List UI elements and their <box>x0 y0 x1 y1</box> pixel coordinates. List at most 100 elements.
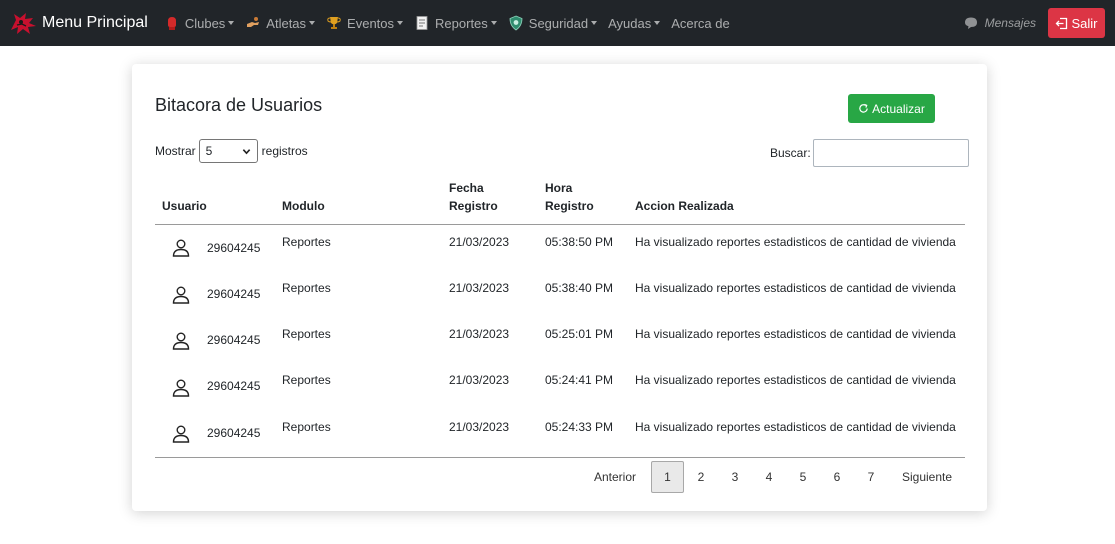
pagination-page-7[interactable]: 7 <box>854 461 888 493</box>
show-suffix: registros <box>261 144 308 158</box>
cell-fecha: 21/03/2023 <box>449 420 510 434</box>
chevron-down-icon <box>228 21 235 25</box>
page-length-value: 5 <box>205 144 213 158</box>
chevron-down-icon <box>490 21 497 25</box>
cell-modulo: Reportes <box>282 327 331 341</box>
col-header-usuario[interactable]: Usuario <box>162 197 207 215</box>
cell-hora: 05:24:33 PM <box>545 420 614 434</box>
table-row: 29604245 Reportes 21/03/2023 05:24:33 PM… <box>155 412 965 458</box>
pagination-next[interactable]: Siguiente <box>894 461 960 493</box>
pagination-page-4[interactable]: 4 <box>752 461 786 493</box>
boxing-glove-icon <box>167 17 176 30</box>
nav-seguridad[interactable]: Seguridad <box>508 15 598 31</box>
search-control: Buscar: <box>770 139 969 167</box>
col-header-hora[interactable]: Hora Registro <box>545 179 594 215</box>
cell-usuario: 29604245 <box>207 241 261 255</box>
chevron-down-icon <box>309 21 316 25</box>
cell-usuario: 29604245 <box>207 287 261 301</box>
pagination-page-6[interactable]: 6 <box>820 461 854 493</box>
pagination-prev[interactable]: Anterior <box>587 461 643 493</box>
col-header-accion[interactable]: Accion Realizada <box>635 197 734 215</box>
table-footer-divider <box>155 457 965 458</box>
messages-label: Mensajes <box>984 16 1036 30</box>
navbar-right: Mensajes Salir <box>964 0 1105 46</box>
nav-eventos[interactable]: Eventos <box>326 15 404 31</box>
page-length-select[interactable]: 5 <box>198 139 258 163</box>
user-icon <box>172 425 190 443</box>
user-icon <box>172 332 190 350</box>
nav-ayudas[interactable]: Ayudas <box>608 15 661 31</box>
chevron-down-icon <box>397 21 404 25</box>
table-row: 29604245 Reportes 21/03/2023 05:25:01 PM… <box>155 319 965 365</box>
chevron-down-icon <box>591 21 598 25</box>
logout-label: Salir <box>1071 15 1098 31</box>
shield-icon <box>509 15 523 31</box>
logout-button[interactable]: Salir <box>1048 8 1105 38</box>
nav-reportes-label: Reportes <box>435 15 488 31</box>
cell-usuario: 29604245 <box>207 426 261 440</box>
show-prefix: Mostrar <box>155 144 196 158</box>
cell-hora: 05:25:01 PM <box>545 327 614 341</box>
col-header-modulo[interactable]: Modulo <box>282 197 325 215</box>
cell-accion: Ha visualizado reportes estadisticos de … <box>635 235 956 249</box>
cell-hora: 05:38:50 PM <box>545 235 614 249</box>
top-navbar: Menu Principal Clubes Atletas Eventos Re… <box>0 0 1115 46</box>
main-nav: Clubes Atletas Eventos Reportes Segurida… <box>164 15 741 31</box>
pagination-page-3[interactable]: 3 <box>718 461 752 493</box>
nav-reportes[interactable]: Reportes <box>414 15 497 31</box>
chevron-down-icon <box>654 21 661 25</box>
cell-accion: Ha visualizado reportes estadisticos de … <box>635 327 956 341</box>
cell-fecha: 21/03/2023 <box>449 373 510 387</box>
cell-modulo: Reportes <box>282 420 331 434</box>
user-icon <box>172 286 190 304</box>
cell-usuario: 29604245 <box>207 333 261 347</box>
trophy-icon <box>327 17 341 29</box>
nav-seguridad-label: Seguridad <box>528 15 589 31</box>
messages-link[interactable]: Mensajes <box>964 16 1036 30</box>
pagination-page-5[interactable]: 5 <box>786 461 820 493</box>
table-header: Usuario Modulo Fecha Registro Hora Regis… <box>155 176 965 225</box>
pagination-page-1[interactable]: 1 <box>651 461 684 493</box>
cell-hora: 05:38:40 PM <box>545 281 614 295</box>
user-icon <box>172 239 190 257</box>
search-input[interactable] <box>812 139 969 167</box>
user-icon <box>172 379 190 397</box>
nav-acerca-de-label: Acerca de <box>671 15 730 31</box>
nav-ayudas-label: Ayudas <box>608 15 652 31</box>
cell-fecha: 21/03/2023 <box>449 235 510 249</box>
report-document-icon <box>416 16 428 30</box>
brand-link[interactable]: Menu Principal <box>8 10 148 36</box>
cell-accion: Ha visualizado reportes estadisticos de … <box>635 281 956 295</box>
nav-clubes-label: Clubes <box>184 15 226 31</box>
table-row: 29604245 Reportes 21/03/2023 05:38:50 PM… <box>155 226 965 272</box>
cell-usuario: 29604245 <box>207 379 261 393</box>
table-row: 29604245 Reportes 21/03/2023 05:24:41 PM… <box>155 365 965 411</box>
user-log-card: Bitacora de Usuarios Actualizar Mostrar … <box>132 64 987 511</box>
table-row: 29604245 Reportes 21/03/2023 05:38:40 PM… <box>155 272 965 318</box>
cell-accion: Ha visualizado reportes estadisticos de … <box>635 420 956 434</box>
cell-fecha: 21/03/2023 <box>449 327 510 341</box>
athlete-icon <box>247 17 260 27</box>
cell-hora: 05:24:41 PM <box>545 373 614 387</box>
col-header-fecha[interactable]: Fecha Registro <box>449 179 498 215</box>
refresh-label: Actualizar <box>872 101 925 116</box>
nav-atletas-label: Atletas <box>266 15 307 31</box>
cell-modulo: Reportes <box>282 373 331 387</box>
chat-bubble-icon <box>964 17 977 29</box>
nav-clubes[interactable]: Clubes <box>164 15 235 31</box>
cell-accion: Ha visualizado reportes estadisticos de … <box>635 373 956 387</box>
sign-out-icon <box>1056 17 1068 29</box>
page-title: Bitacora de Usuarios <box>155 95 323 115</box>
chevron-down-icon <box>242 148 250 154</box>
nav-acerca-de[interactable]: Acerca de <box>671 16 730 31</box>
refresh-icon <box>859 103 868 113</box>
cell-modulo: Reportes <box>282 235 331 249</box>
nav-atletas[interactable]: Atletas <box>245 15 316 31</box>
nav-eventos-label: Eventos <box>347 15 395 31</box>
refresh-button[interactable]: Actualizar <box>848 94 935 123</box>
page-length-control: Mostrar 5 registros <box>155 139 308 163</box>
dragon-logo-icon <box>11 13 36 34</box>
search-label: Buscar: <box>770 146 811 160</box>
cell-modulo: Reportes <box>282 281 331 295</box>
pagination-page-2[interactable]: 2 <box>684 461 718 493</box>
